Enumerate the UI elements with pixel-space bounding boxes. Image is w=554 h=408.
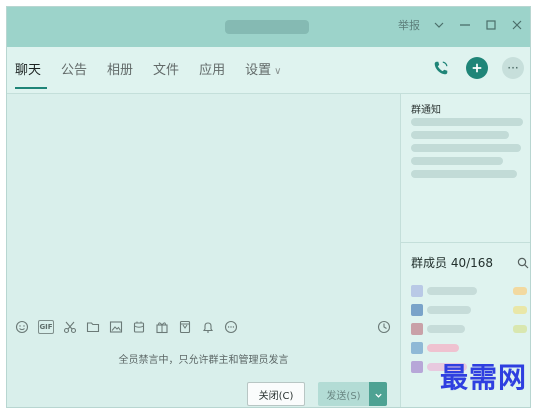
member-name-blurred [427,344,459,352]
tab-apps[interactable]: 应用 [199,62,225,81]
report-link[interactable]: 举报 [398,17,420,33]
message-area[interactable] [7,94,400,315]
search-icon[interactable] [517,254,529,269]
notice-content-blurred [411,170,517,178]
tab-actions: ··· [430,57,524,79]
divider [401,242,530,243]
window-controls: 举报 [398,17,524,33]
watermark-text: 最需网 [440,361,528,394]
avatar [411,361,423,373]
scissors-icon[interactable] [63,320,77,334]
tab-chat[interactable]: 聊天 [15,62,41,81]
history-icon[interactable] [377,320,391,334]
chevron-down-icon[interactable] [432,18,446,32]
close-button[interactable]: 关闭(C) [247,382,305,406]
member-name-blurred [427,287,477,295]
avatar [411,323,423,335]
member-badge [513,325,527,333]
more-icon[interactable] [224,320,238,334]
gif-icon[interactable]: GIF [38,320,54,334]
notice-content-blurred [411,131,509,139]
image-icon[interactable] [109,320,123,334]
send-button[interactable]: 发送(S) [318,382,369,406]
avatar [411,304,423,316]
redpacket-icon[interactable] [132,320,146,334]
member-item[interactable] [411,304,529,316]
member-name-blurred [427,325,465,333]
tab-list: 聊天 公告 相册 文件 应用 设置 ∨ [15,62,281,81]
member-item[interactable] [411,323,529,335]
member-item[interactable] [411,285,529,297]
tab-announcement[interactable]: 公告 [61,62,87,81]
folder-icon[interactable] [86,320,100,334]
group-notice-title: 群通知 [411,105,441,116]
minimize-icon[interactable] [458,18,472,32]
member-name-blurred [427,306,471,314]
all-muted-notice: 全员禁言中，只允许群主和管理员发言 [118,355,289,366]
member-item[interactable] [411,342,529,354]
add-icon[interactable] [466,57,488,79]
notice-content-blurred [411,144,521,152]
maximize-icon[interactable] [484,18,498,32]
group-members-title: 群成员 40/168 [411,256,494,270]
notice-content-blurred [411,118,523,126]
bell-icon[interactable] [201,320,215,334]
notice-content-blurred [411,157,503,165]
avatar [411,342,423,354]
window-title-blurred [225,20,309,34]
tab-settings-label: 设置 [245,63,272,78]
tab-files[interactable]: 文件 [153,62,179,81]
gift-icon[interactable] [155,320,169,334]
close-icon[interactable] [510,18,524,32]
voice-icon[interactable] [178,320,192,334]
title-bar: 举报 [7,7,530,47]
avatar [411,285,423,297]
tab-bar: 聊天 公告 相册 文件 应用 设置 ∨ ··· [7,47,530,94]
phone-icon[interactable] [430,57,452,79]
chevron-down-icon: ∨ [274,66,282,77]
qq-group-chat-window: 举报 聊天 公告 相册 文件 应用 设置 ∨ ··· 群通知 群成员 40/16… [6,6,531,408]
more-button[interactable]: ··· [502,57,524,79]
tab-album[interactable]: 相册 [107,62,133,81]
chevron-down-icon [374,385,383,404]
member-badge [513,306,527,314]
emoji-icon[interactable] [15,320,29,334]
send-options-button[interactable] [369,382,387,406]
input-toolbar: GIF [7,315,400,339]
tab-settings[interactable]: 设置 ∨ [245,62,281,81]
active-tab-indicator [15,87,47,89]
member-badge [513,287,527,295]
